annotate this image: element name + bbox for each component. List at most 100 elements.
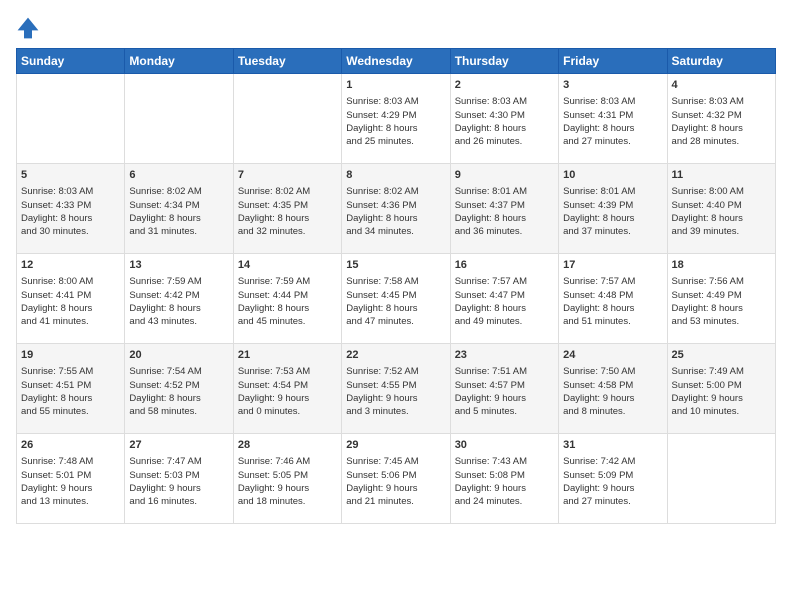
day-info: Sunrise: 7:57 AM Sunset: 4:47 PM Dayligh… <box>455 275 554 328</box>
day-info: Sunrise: 7:53 AM Sunset: 4:54 PM Dayligh… <box>238 365 337 418</box>
calendar-header-row: SundayMondayTuesdayWednesdayThursdayFrid… <box>17 49 776 74</box>
day-info: Sunrise: 7:45 AM Sunset: 5:06 PM Dayligh… <box>346 455 445 508</box>
logo-icon <box>16 16 40 40</box>
day-info: Sunrise: 8:01 AM Sunset: 4:37 PM Dayligh… <box>455 185 554 238</box>
day-info: Sunrise: 7:46 AM Sunset: 5:05 PM Dayligh… <box>238 455 337 508</box>
calendar-week-1: 1 Sunrise: 8:03 AM Sunset: 4:29 PM Daylig… <box>17 74 776 164</box>
day-header-saturday: Saturday <box>667 49 775 74</box>
day-number: 3 <box>563 78 662 93</box>
day-info: Sunrise: 7:47 AM Sunset: 5:03 PM Dayligh… <box>129 455 228 508</box>
day-number: 17 <box>563 258 662 273</box>
day-info: Sunrise: 7:43 AM Sunset: 5:08 PM Dayligh… <box>455 455 554 508</box>
day-info: Sunrise: 7:59 AM Sunset: 4:44 PM Dayligh… <box>238 275 337 328</box>
calendar-day: 6Sunrise: 8:02 AM Sunset: 4:34 PM Daylig… <box>125 164 233 254</box>
day-number: 19 <box>21 348 120 363</box>
day-number: 10 <box>563 168 662 183</box>
day-info: Sunrise: 8:03 AM Sunset: 4:29 PM Dayligh… <box>346 95 445 148</box>
day-number: 23 <box>455 348 554 363</box>
day-info: Sunrise: 8:00 AM Sunset: 4:41 PM Dayligh… <box>21 275 120 328</box>
day-info: Sunrise: 8:00 AM Sunset: 4:40 PM Dayligh… <box>672 185 771 238</box>
day-number: 1 <box>346 78 445 93</box>
day-info: Sunrise: 7:55 AM Sunset: 4:51 PM Dayligh… <box>21 365 120 418</box>
day-info: Sunrise: 8:03 AM Sunset: 4:30 PM Dayligh… <box>455 95 554 148</box>
day-info: Sunrise: 7:49 AM Sunset: 5:00 PM Dayligh… <box>672 365 771 418</box>
day-info: Sunrise: 7:48 AM Sunset: 5:01 PM Dayligh… <box>21 455 120 508</box>
day-number: 29 <box>346 438 445 453</box>
day-info: Sunrise: 7:52 AM Sunset: 4:55 PM Dayligh… <box>346 365 445 418</box>
calendar-day: 18 Sunrise: 7:56 AM Sunset: 4:49 PM Dayli… <box>667 254 775 344</box>
logo <box>16 16 44 40</box>
day-info: Sunrise: 8:03 AM Sunset: 4:32 PM Dayligh… <box>672 95 771 148</box>
calendar-day: 15 Sunrise: 7:58 AM Sunset: 4:45 PM Dayli… <box>342 254 450 344</box>
day-header-monday: Monday <box>125 49 233 74</box>
calendar-day: 10Sunrise: 8:01 AM Sunset: 4:39 PM Dayli… <box>559 164 667 254</box>
calendar-day: 23 Sunrise: 7:51 AM Sunset: 4:57 PM Dayli… <box>450 344 558 434</box>
day-number: 22 <box>346 348 445 363</box>
day-info: Sunrise: 8:02 AM Sunset: 4:34 PM Dayligh… <box>129 185 228 238</box>
day-number: 25 <box>672 348 771 363</box>
calendar-day: 24Sunrise: 7:50 AM Sunset: 4:58 PM Dayli… <box>559 344 667 434</box>
calendar-day: 22 Sunrise: 7:52 AM Sunset: 4:55 PM Dayli… <box>342 344 450 434</box>
calendar-day: 4Sunrise: 8:03 AM Sunset: 4:32 PM Daylig… <box>667 74 775 164</box>
day-number: 14 <box>238 258 337 273</box>
calendar-day: 16 Sunrise: 7:57 AM Sunset: 4:47 PM Dayli… <box>450 254 558 344</box>
day-number: 28 <box>238 438 337 453</box>
day-info: Sunrise: 7:42 AM Sunset: 5:09 PM Dayligh… <box>563 455 662 508</box>
day-number: 30 <box>455 438 554 453</box>
calendar-day <box>17 74 125 164</box>
day-info: Sunrise: 8:02 AM Sunset: 4:36 PM Dayligh… <box>346 185 445 238</box>
calendar-day: 28 Sunrise: 7:46 AM Sunset: 5:05 PM Dayli… <box>233 434 341 524</box>
day-number: 16 <box>455 258 554 273</box>
day-header-tuesday: Tuesday <box>233 49 341 74</box>
page-header <box>16 16 776 40</box>
day-number: 20 <box>129 348 228 363</box>
day-number: 7 <box>238 168 337 183</box>
calendar-day: 1 Sunrise: 8:03 AM Sunset: 4:29 PM Daylig… <box>342 74 450 164</box>
day-number: 9 <box>455 168 554 183</box>
day-info: Sunrise: 7:59 AM Sunset: 4:42 PM Dayligh… <box>129 275 228 328</box>
calendar-day: 7Sunrise: 8:02 AM Sunset: 4:35 PM Daylig… <box>233 164 341 254</box>
day-header-friday: Friday <box>559 49 667 74</box>
day-number: 27 <box>129 438 228 453</box>
calendar-day: 11Sunrise: 8:00 AM Sunset: 4:40 PM Dayli… <box>667 164 775 254</box>
calendar-day: 14 Sunrise: 7:59 AM Sunset: 4:44 PM Dayli… <box>233 254 341 344</box>
calendar-day: 2 Sunrise: 8:03 AM Sunset: 4:30 PM Daylig… <box>450 74 558 164</box>
calendar-day: 17 Sunrise: 7:57 AM Sunset: 4:48 PM Dayli… <box>559 254 667 344</box>
day-number: 18 <box>672 258 771 273</box>
calendar-day <box>233 74 341 164</box>
day-number: 5 <box>21 168 120 183</box>
day-header-wednesday: Wednesday <box>342 49 450 74</box>
day-number: 12 <box>21 258 120 273</box>
day-number: 21 <box>238 348 337 363</box>
calendar-week-3: 12 Sunrise: 8:00 AM Sunset: 4:41 PM Dayli… <box>17 254 776 344</box>
calendar-day: 8 Sunrise: 8:02 AM Sunset: 4:36 PM Daylig… <box>342 164 450 254</box>
calendar-week-4: 19 Sunrise: 7:55 AM Sunset: 4:51 PM Dayli… <box>17 344 776 434</box>
day-info: Sunrise: 8:03 AM Sunset: 4:33 PM Dayligh… <box>21 185 120 238</box>
day-number: 2 <box>455 78 554 93</box>
day-info: Sunrise: 7:58 AM Sunset: 4:45 PM Dayligh… <box>346 275 445 328</box>
day-number: 26 <box>21 438 120 453</box>
calendar-day: 12 Sunrise: 8:00 AM Sunset: 4:41 PM Dayli… <box>17 254 125 344</box>
calendar-day: 9 Sunrise: 8:01 AM Sunset: 4:37 PM Daylig… <box>450 164 558 254</box>
day-info: Sunrise: 7:51 AM Sunset: 4:57 PM Dayligh… <box>455 365 554 418</box>
day-number: 31 <box>563 438 662 453</box>
day-info: Sunrise: 8:03 AM Sunset: 4:31 PM Dayligh… <box>563 95 662 148</box>
calendar-day: 20 Sunrise: 7:54 AM Sunset: 4:52 PM Dayli… <box>125 344 233 434</box>
day-info: Sunrise: 7:57 AM Sunset: 4:48 PM Dayligh… <box>563 275 662 328</box>
day-header-sunday: Sunday <box>17 49 125 74</box>
day-info: Sunrise: 7:56 AM Sunset: 4:49 PM Dayligh… <box>672 275 771 328</box>
calendar-day: 29 Sunrise: 7:45 AM Sunset: 5:06 PM Dayli… <box>342 434 450 524</box>
calendar-day: 3 Sunrise: 8:03 AM Sunset: 4:31 PM Daylig… <box>559 74 667 164</box>
day-number: 15 <box>346 258 445 273</box>
calendar-day: 27 Sunrise: 7:47 AM Sunset: 5:03 PM Dayli… <box>125 434 233 524</box>
calendar-day: 30 Sunrise: 7:43 AM Sunset: 5:08 PM Dayli… <box>450 434 558 524</box>
calendar-table: SundayMondayTuesdayWednesdayThursdayFrid… <box>16 48 776 524</box>
calendar-week-2: 5 Sunrise: 8:03 AM Sunset: 4:33 PM Daylig… <box>17 164 776 254</box>
calendar-day: 26 Sunrise: 7:48 AM Sunset: 5:01 PM Dayli… <box>17 434 125 524</box>
day-number: 24 <box>563 348 662 363</box>
calendar-day <box>125 74 233 164</box>
calendar-day: 25 Sunrise: 7:49 AM Sunset: 5:00 PM Dayli… <box>667 344 775 434</box>
day-number: 8 <box>346 168 445 183</box>
day-info: Sunrise: 7:54 AM Sunset: 4:52 PM Dayligh… <box>129 365 228 418</box>
day-header-thursday: Thursday <box>450 49 558 74</box>
